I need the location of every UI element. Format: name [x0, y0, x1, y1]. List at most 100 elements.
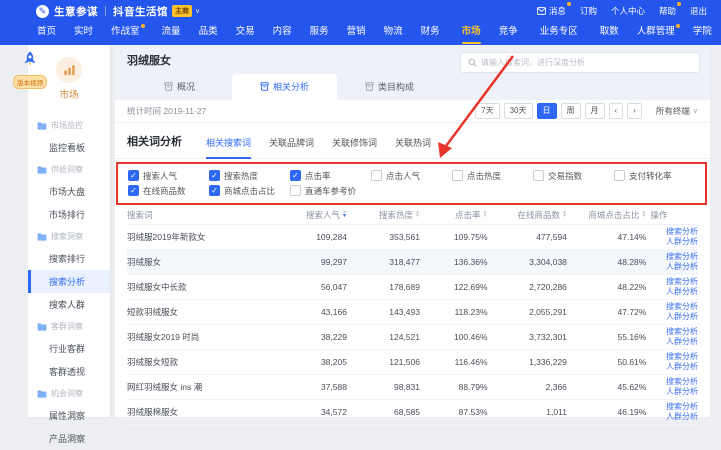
sidebar-item-搜索排行[interactable]: 搜索排行 [28, 247, 110, 270]
nav-item-营销[interactable]: 营销 [338, 22, 375, 45]
shop-switch-caret-icon[interactable]: ∨ [195, 7, 200, 15]
sidebar-group-搜索洞察[interactable]: 搜索洞察 [28, 226, 110, 247]
checkbox-checked-icon[interactable] [290, 170, 301, 181]
metric-checkbox-搜索人气[interactable]: 搜索人气 [128, 170, 209, 182]
shop-name[interactable]: 抖音生活馆 [113, 4, 168, 19]
action-link-搜索分析[interactable]: 搜索分析 [666, 327, 698, 337]
range-button-30天[interactable]: 30天 [504, 103, 533, 119]
nav-item-人群管理[interactable]: 人群管理 [628, 22, 684, 45]
checkbox-checked-icon[interactable] [209, 170, 220, 181]
user-link-帮助[interactable]: 帮助 [659, 5, 676, 17]
column-header-搜索热度[interactable]: 搜索热度▲▼ [351, 209, 424, 221]
checkbox-checked-icon[interactable] [209, 185, 220, 196]
search-input[interactable] [481, 58, 692, 67]
next-period-button[interactable]: › [627, 103, 642, 119]
nav-item-竞争[interactable]: 竞争 [490, 22, 527, 45]
channel-dropdown[interactable]: 所有终端 ∨ [656, 105, 698, 117]
sidebar-group-客群洞察[interactable]: 客群洞察 [28, 316, 110, 337]
nav-item-取数[interactable]: 取数 [591, 22, 628, 45]
checkbox-checked-icon[interactable] [128, 170, 139, 181]
sidebar-item-监控看板[interactable]: 监控看板 [28, 136, 110, 159]
checkbox-unchecked-icon[interactable] [290, 185, 301, 196]
metric-checkbox-商城点击占比[interactable]: 商城点击占比 [209, 185, 290, 197]
action-link-人群分析[interactable]: 人群分析 [666, 287, 698, 297]
action-link-人群分析[interactable]: 人群分析 [666, 387, 698, 397]
tab-类目构成[interactable]: 类目构成 [337, 74, 442, 100]
sort-icon[interactable]: ▲▼ [415, 211, 420, 218]
tab-概况[interactable]: 概况 [127, 74, 232, 100]
subtab-关联修饰词[interactable]: 关联修饰词 [332, 136, 377, 158]
sidebar-item-行业客群[interactable]: 行业客群 [28, 337, 110, 360]
user-link-订购[interactable]: 订购 [580, 5, 597, 17]
action-link-搜索分析[interactable]: 搜索分析 [666, 252, 698, 262]
sort-icon[interactable]: ▲▼ [562, 211, 567, 218]
sidebar-item-产品洞察[interactable]: 产品洞察 [28, 427, 110, 450]
sidebar-item-客群透视[interactable]: 客群透视 [28, 360, 110, 383]
unit-button-月[interactable]: 月 [585, 103, 605, 119]
action-link-搜索分析[interactable]: 搜索分析 [666, 277, 698, 287]
nav-item-品类[interactable]: 品类 [190, 22, 227, 45]
nav-item-业务专区[interactable]: 业务专区 [531, 22, 587, 45]
action-link-人群分析[interactable]: 人群分析 [666, 262, 698, 272]
sort-icon[interactable]: ▲▼ [641, 211, 646, 218]
sidebar-group-供给洞察[interactable]: 供给洞察 [28, 159, 110, 180]
nav-item-学院[interactable]: 学院 [684, 22, 721, 45]
unit-button-周[interactable]: 周 [561, 103, 581, 119]
sort-icon[interactable]: ▲▼ [342, 211, 347, 218]
nav-item-首页[interactable]: 首页 [28, 22, 65, 45]
action-link-人群分析[interactable]: 人群分析 [666, 312, 698, 322]
metric-checkbox-点击人气[interactable]: 点击人气 [371, 170, 452, 182]
metric-checkbox-在线商品数[interactable]: 在线商品数 [128, 185, 209, 197]
metric-checkbox-支付转化率[interactable]: 支付转化率 [614, 170, 695, 182]
action-link-人群分析[interactable]: 人群分析 [666, 412, 698, 422]
subtab-关联品牌词[interactable]: 关联品牌词 [269, 136, 314, 158]
nav-item-财务[interactable]: 财务 [412, 22, 449, 45]
action-link-搜索分析[interactable]: 搜索分析 [666, 402, 698, 412]
column-header-商城点击占比[interactable]: 商城点击占比▲▼ [571, 209, 650, 221]
prev-period-button[interactable]: ‹ [609, 103, 624, 119]
checkbox-unchecked-icon[interactable] [371, 170, 382, 181]
version-video-widget[interactable]: 版本视频 [8, 50, 52, 90]
sidebar-group-市场监控[interactable]: 市场监控 [28, 115, 110, 136]
nav-item-流量[interactable]: 流量 [153, 22, 190, 45]
sidebar-item-市场大盘[interactable]: 市场大盘 [28, 180, 110, 203]
metric-checkbox-搜索热度[interactable]: 搜索热度 [209, 170, 290, 182]
nav-item-作战室[interactable]: 作战室 [102, 22, 149, 45]
metric-checkbox-交易指数[interactable]: 交易指数 [533, 170, 614, 182]
user-link-消息[interactable]: 消息 [537, 5, 566, 17]
sidebar-item-市场排行[interactable]: 市场排行 [28, 203, 110, 226]
sidebar-group-机会洞察[interactable]: 机会洞察 [28, 383, 110, 404]
action-link-搜索分析[interactable]: 搜索分析 [666, 377, 698, 387]
checkbox-unchecked-icon[interactable] [533, 170, 544, 181]
rocket-badge-label[interactable]: 版本视频 [13, 75, 47, 89]
subtab-相关搜索词[interactable]: 相关搜索词 [206, 136, 251, 158]
checkbox-unchecked-icon[interactable] [452, 170, 463, 181]
tab-相关分析[interactable]: 相关分析 [232, 74, 337, 100]
action-link-人群分析[interactable]: 人群分析 [666, 362, 698, 372]
nav-item-实时[interactable]: 实时 [65, 22, 102, 45]
column-header-点击率[interactable]: 点击率▲▼ [424, 209, 492, 221]
action-link-搜索分析[interactable]: 搜索分析 [666, 352, 698, 362]
user-link-个人中心[interactable]: 个人中心 [611, 5, 645, 17]
sidebar-item-属性洞察[interactable]: 属性洞察 [28, 404, 110, 427]
column-header-搜索人气[interactable]: 搜索人气▲▼ [278, 209, 351, 221]
nav-item-交易[interactable]: 交易 [227, 22, 264, 45]
user-link-退出[interactable]: 退出 [690, 5, 707, 17]
metric-checkbox-点击率[interactable]: 点击率 [290, 170, 371, 182]
sidebar-item-搜索人群[interactable]: 搜索人群 [28, 293, 110, 316]
action-link-搜索分析[interactable]: 搜索分析 [666, 227, 698, 237]
nav-item-市场[interactable]: 市场 [453, 22, 490, 45]
checkbox-checked-icon[interactable] [128, 185, 139, 196]
sidebar-item-搜索分析[interactable]: 搜索分析 [28, 270, 110, 293]
checkbox-unchecked-icon[interactable] [614, 170, 625, 181]
sort-icon[interactable]: ▲▼ [483, 211, 488, 218]
action-link-人群分析[interactable]: 人群分析 [666, 337, 698, 347]
range-button-7天[interactable]: 7天 [475, 103, 499, 119]
keyword-search-box[interactable] [460, 52, 700, 73]
action-link-搜索分析[interactable]: 搜索分析 [666, 302, 698, 312]
action-link-人群分析[interactable]: 人群分析 [666, 237, 698, 247]
nav-item-服务[interactable]: 服务 [301, 22, 338, 45]
unit-button-日[interactable]: 日 [537, 103, 557, 119]
column-header-在线商品数[interactable]: 在线商品数▲▼ [492, 209, 571, 221]
nav-item-内容[interactable]: 内容 [264, 22, 301, 45]
